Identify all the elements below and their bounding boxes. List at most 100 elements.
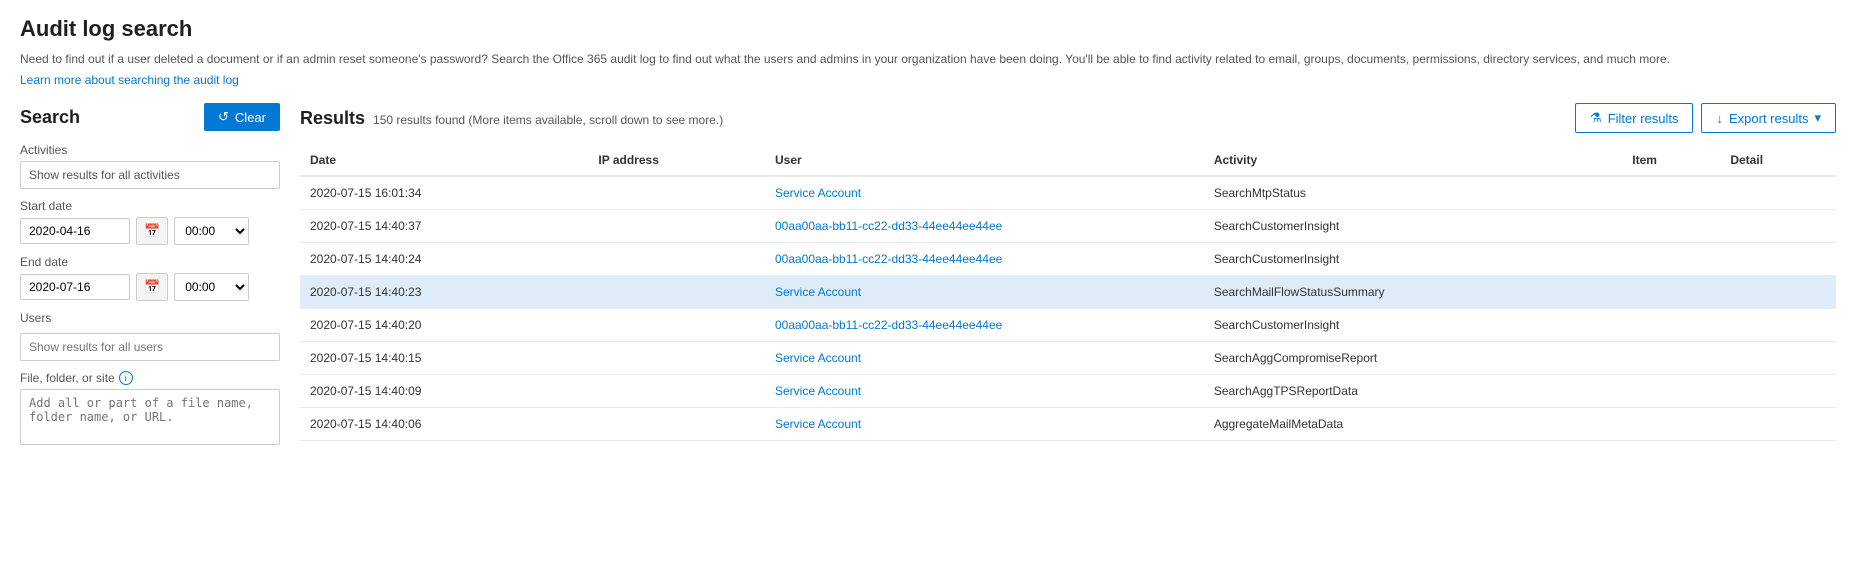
- cell-ip: [588, 243, 765, 276]
- cell-date: 2020-07-15 14:40:23: [300, 276, 588, 309]
- clear-label: Clear: [235, 110, 266, 125]
- cell-user[interactable]: Service Account: [765, 375, 1204, 408]
- main-layout: Search ↺ Clear Activities Show results f…: [20, 103, 1836, 448]
- start-time-select[interactable]: 00:00: [174, 217, 249, 245]
- col-date: Date: [300, 145, 588, 176]
- cell-detail: [1720, 276, 1836, 309]
- cell-user[interactable]: Service Account: [765, 176, 1204, 210]
- table-row[interactable]: 2020-07-15 14:40:06Service AccountAggreg…: [300, 408, 1836, 441]
- cell-detail: [1720, 210, 1836, 243]
- cell-item: [1622, 408, 1720, 441]
- col-user: User: [765, 145, 1204, 176]
- cell-item: [1622, 309, 1720, 342]
- export-results-button[interactable]: ↓ Export results ▾: [1701, 103, 1836, 133]
- cell-item: [1622, 243, 1720, 276]
- cell-activity: SearchAggTPSReportData: [1204, 375, 1622, 408]
- cell-user[interactable]: 00aa00aa-bb11-cc22-dd33-44ee44ee44ee: [765, 309, 1204, 342]
- cell-ip: [588, 210, 765, 243]
- end-time-select[interactable]: 00:00: [174, 273, 249, 301]
- page-description: Need to find out if a user deleted a doc…: [20, 50, 1836, 68]
- cell-date: 2020-07-15 16:01:34: [300, 176, 588, 210]
- table-header: Date IP address User Activity Item Detai…: [300, 145, 1836, 176]
- cell-item: [1622, 276, 1720, 309]
- table-row[interactable]: 2020-07-15 14:40:09 Service AccountSearch…: [300, 375, 1836, 408]
- table-row[interactable]: 2020-07-15 14:40:15 Service AccountSearch…: [300, 342, 1836, 375]
- cell-date: 2020-07-15 14:40:37: [300, 210, 588, 243]
- start-date-input[interactable]: [20, 218, 130, 244]
- col-item: Item: [1622, 145, 1720, 176]
- export-dropdown-icon: ▾: [1814, 110, 1821, 126]
- table-body: 2020-07-15 16:01:34Service AccountSearch…: [300, 176, 1836, 441]
- results-label: Results: [300, 108, 365, 129]
- table-row[interactable]: 2020-07-15 14:40:37 00aa00aa-bb11-cc22-dd…: [300, 210, 1836, 243]
- cell-ip: [588, 176, 765, 210]
- end-date-row: 📅 00:00: [20, 273, 280, 301]
- cell-item: [1622, 176, 1720, 210]
- cell-item: [1622, 342, 1720, 375]
- learn-more-link[interactable]: Learn more about searching the audit log: [20, 73, 239, 87]
- cell-date: 2020-07-15 14:40:24: [300, 243, 588, 276]
- page-title: Audit log search: [20, 16, 1836, 42]
- search-panel: Search ↺ Clear Activities Show results f…: [20, 103, 280, 448]
- cell-date: 2020-07-15 14:40:20: [300, 309, 588, 342]
- cell-ip: [588, 375, 765, 408]
- export-label: Export results: [1729, 111, 1808, 126]
- start-date-label: Start date: [20, 199, 280, 213]
- col-detail: Detail: [1720, 145, 1836, 176]
- end-date-input[interactable]: [20, 274, 130, 300]
- cell-activity: SearchMtpStatus: [1204, 176, 1622, 210]
- search-header: Search ↺ Clear: [20, 103, 280, 131]
- cell-detail: [1720, 375, 1836, 408]
- results-panel: Results 150 results found (More items av…: [300, 103, 1836, 448]
- results-title: Results 150 results found (More items av…: [300, 108, 723, 129]
- users-input[interactable]: [20, 333, 280, 361]
- file-folder-label-row: File, folder, or site i: [20, 371, 280, 385]
- table-row[interactable]: 2020-07-15 14:40:23Service AccountSearch…: [300, 276, 1836, 309]
- results-actions: ⚗ Filter results ↓ Export results ▾: [1575, 103, 1836, 133]
- end-date-calendar-button[interactable]: 📅: [136, 273, 168, 301]
- cell-ip: [588, 309, 765, 342]
- cell-user[interactable]: Service Account: [765, 408, 1204, 441]
- cell-ip: [588, 276, 765, 309]
- table-row[interactable]: 2020-07-15 16:01:34 Service AccountSearch…: [300, 176, 1836, 210]
- filter-label: Filter results: [1608, 111, 1679, 126]
- info-icon[interactable]: i: [119, 371, 133, 385]
- cell-date: 2020-07-15 14:40:09: [300, 375, 588, 408]
- activities-select[interactable]: Show results for all activities: [29, 168, 271, 182]
- start-date-row: 📅 00:00: [20, 217, 280, 245]
- results-header: Results 150 results found (More items av…: [300, 103, 1836, 133]
- cell-date: 2020-07-15 14:40:15: [300, 342, 588, 375]
- cell-user[interactable]: Service Account: [765, 276, 1204, 309]
- cell-detail: [1720, 408, 1836, 441]
- clear-button[interactable]: ↺ Clear: [204, 103, 280, 131]
- cell-ip: [588, 342, 765, 375]
- filter-icon: ⚗: [1590, 110, 1602, 126]
- cell-activity: SearchAggCompromiseReport: [1204, 342, 1622, 375]
- cell-activity: SearchCustomerInsight: [1204, 309, 1622, 342]
- file-folder-textarea[interactable]: [20, 389, 280, 445]
- start-date-calendar-button[interactable]: 📅: [136, 217, 168, 245]
- search-title: Search: [20, 107, 80, 128]
- page-container: Audit log search Need to find out if a u…: [0, 0, 1856, 464]
- table-row[interactable]: 2020-07-15 14:40:24 00aa00aa-bb11-cc22-dd…: [300, 243, 1836, 276]
- cell-user[interactable]: 00aa00aa-bb11-cc22-dd33-44ee44ee44ee: [765, 243, 1204, 276]
- cell-activity: SearchCustomerInsight: [1204, 210, 1622, 243]
- cell-activity: SearchCustomerInsight: [1204, 243, 1622, 276]
- cell-item: [1622, 210, 1720, 243]
- table-row[interactable]: 2020-07-15 14:40:20 00aa00aa-bb11-cc22-dd…: [300, 309, 1836, 342]
- cell-user[interactable]: Service Account: [765, 342, 1204, 375]
- cell-detail: [1720, 309, 1836, 342]
- file-folder-label: File, folder, or site: [20, 371, 115, 385]
- results-table: Date IP address User Activity Item Detai…: [300, 145, 1836, 441]
- cell-user[interactable]: 00aa00aa-bb11-cc22-dd33-44ee44ee44ee: [765, 210, 1204, 243]
- results-table-container[interactable]: Date IP address User Activity Item Detai…: [300, 145, 1836, 441]
- activities-label: Activities: [20, 143, 280, 157]
- activities-dropdown[interactable]: Show results for all activities: [20, 161, 280, 189]
- col-activity: Activity: [1204, 145, 1622, 176]
- table-header-row: Date IP address User Activity Item Detai…: [300, 145, 1836, 176]
- cell-date: 2020-07-15 14:40:06: [300, 408, 588, 441]
- cell-detail: [1720, 176, 1836, 210]
- filter-results-button[interactable]: ⚗ Filter results: [1575, 103, 1693, 133]
- clear-icon: ↺: [218, 109, 229, 125]
- cell-detail: [1720, 342, 1836, 375]
